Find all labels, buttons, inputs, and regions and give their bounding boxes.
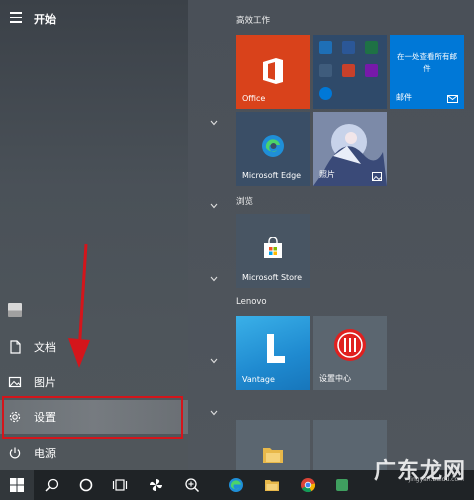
taskbar-cortana-button[interactable] [70,470,102,500]
taskbar-edge-app[interactable] [220,470,252,500]
word-icon [342,41,355,54]
watermark-subtext: jingyan.baidu.com [408,476,464,483]
mail-tile-message: 在一处查看所有邮件 [397,52,457,73]
task-view-button[interactable] [104,470,136,500]
rail-item-power[interactable]: 电源 [0,436,188,470]
start-menu-rail: 开始 文档 图片 设置 电源 [0,0,188,470]
tile-label: Office [242,94,266,103]
onenote-icon [365,64,378,77]
edge-browser-icon [262,135,284,157]
onedrive-icon [319,64,332,77]
tile-label: Microsoft Store [242,273,303,282]
taskbar-chrome-app[interactable] [292,470,324,500]
mail-tile[interactable]: 在一处查看所有邮件 邮件 [390,35,464,109]
chevron-down-icon[interactable] [210,203,218,209]
start-button[interactable] [0,470,34,500]
taskbar-app-green[interactable] [326,470,358,500]
magnifier-plus-icon [185,478,200,493]
cortana-circle-icon [79,478,93,492]
folder-icon [263,448,283,463]
lenovo-vantage-tile[interactable]: Vantage [236,316,310,390]
user-avatar[interactable] [8,303,22,317]
settings-center-tile[interactable]: 设置中心 [313,316,387,390]
tile-group-label: Lenovo [236,297,267,307]
microsoft-store-tile[interactable]: Microsoft Store [236,214,310,288]
start-menu-header: 开始 [0,0,188,38]
taskbar-pinwheel-app[interactable] [140,470,172,500]
office-tile[interactable]: Office [236,35,310,109]
chrome-browser-icon [301,478,316,493]
search-icon [45,478,59,492]
taskbar-search-button[interactable] [36,470,68,500]
microsoft-edge-tile[interactable]: Microsoft Edge [236,112,310,186]
outlook-icon [319,41,332,54]
app-tile-partial[interactable] [236,420,310,470]
photos-tile[interactable]: 照片 [313,112,387,186]
skype-icon [319,87,332,100]
excel-icon [365,41,378,54]
powerpoint-icon [342,64,355,77]
tile-label: 照片 [319,170,335,179]
tile-label: 邮件 [396,93,412,102]
tile-group-label: 浏览 [236,197,254,207]
chevron-down-icon[interactable] [210,120,218,126]
power-icon [9,447,21,459]
gear-icon [9,411,21,423]
windows-logo-icon [10,478,24,492]
tile-label: Microsoft Edge [242,171,302,180]
picture-icon [8,376,22,388]
tile-group-label: 高效工作 [236,16,271,26]
edge-browser-icon [229,478,243,492]
office-apps-folder-tile[interactable] [313,35,387,109]
rail-item-settings[interactable]: 设置 [0,400,188,434]
tile-label: Vantage [242,375,275,384]
settings-center-icon [334,329,366,361]
envelope-icon [447,95,458,103]
rail-item-label: 电源 [34,447,56,460]
rail-item-label: 文档 [34,341,56,354]
chevron-down-icon[interactable] [210,410,218,416]
annotation-arrow [68,243,90,368]
store-bag-icon [264,237,282,258]
folder-icon [265,480,279,491]
task-view-icon [112,479,128,491]
rail-item-label: 设置 [34,411,56,424]
app-icon [336,479,348,491]
vantage-logo-icon [267,334,285,363]
chevron-down-icon[interactable] [210,358,218,364]
taskbar-file-explorer[interactable] [256,470,288,500]
office-icon [263,58,283,84]
tile-label: 设置中心 [319,374,351,383]
pinwheel-icon [150,479,162,491]
tiles-area: 高效工作 Office 在一处查看所有邮件 邮件 Microsoft Edge … [188,0,474,470]
rail-item-label: 图片 [34,376,56,389]
hamburger-menu-icon[interactable] [10,12,22,23]
document-icon [10,340,21,354]
start-menu-title: 开始 [34,13,56,26]
taskbar-zoom-app[interactable] [176,470,208,500]
picture-icon [372,172,382,181]
rail-item-pictures[interactable]: 图片 [0,365,188,399]
chevron-down-icon[interactable] [210,276,218,282]
